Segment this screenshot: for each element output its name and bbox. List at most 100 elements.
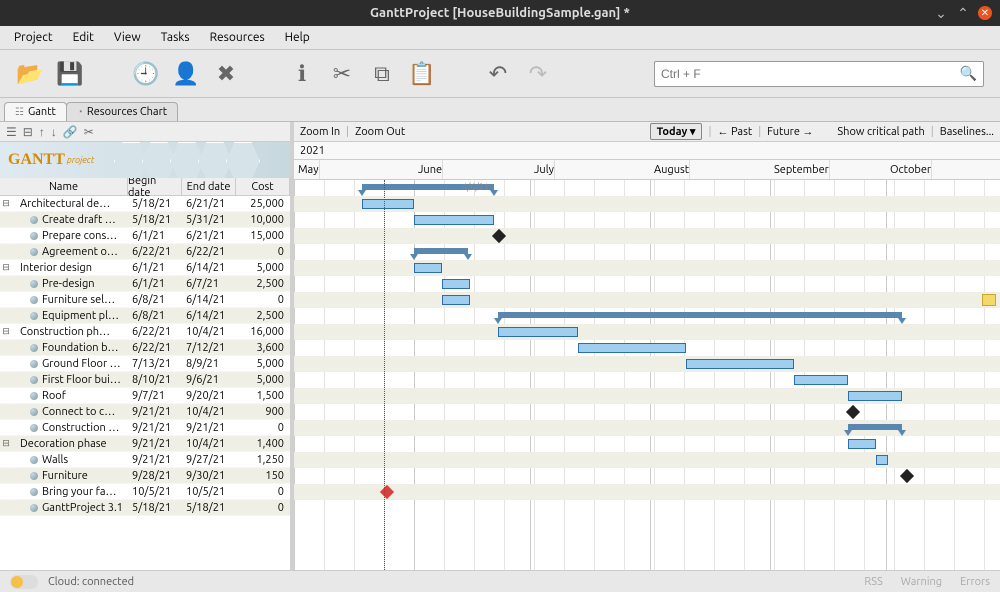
menu-project[interactable]: Project	[4, 28, 63, 47]
gantt-bar[interactable]	[414, 215, 494, 225]
task-row[interactable]: Construction …9/21/219/21/210	[0, 420, 290, 436]
copy-icon[interactable]: ⧉	[368, 60, 396, 88]
task-name: First Floor bui…	[42, 374, 121, 386]
link-icon[interactable]: 🔗	[63, 125, 78, 139]
info-icon[interactable]: ℹ	[288, 60, 316, 88]
gantt-bar[interactable]	[848, 391, 902, 401]
menu-tasks[interactable]: Tasks	[151, 28, 200, 47]
note-icon[interactable]	[982, 294, 996, 306]
paste-icon[interactable]: 📋	[408, 60, 436, 88]
task-row[interactable]: ⊟Decoration phase9/21/2110/4/211,400	[0, 436, 290, 452]
menu-resources[interactable]: Resources	[200, 28, 275, 47]
gantt-bar[interactable]	[414, 263, 442, 273]
minimize-icon[interactable]: ⌄	[934, 6, 948, 20]
zoom-out-button[interactable]: Zoom Out	[355, 126, 405, 138]
gantt-bar[interactable]	[442, 295, 470, 305]
expand-icon[interactable]: ⊟	[0, 326, 12, 337]
gantt-bar[interactable]	[846, 405, 860, 419]
today-button[interactable]: Today ▾	[650, 123, 703, 140]
tab-gantt[interactable]: ☷Gantt	[4, 102, 67, 121]
menu-help[interactable]: Help	[275, 28, 320, 47]
status-rss[interactable]: RSS	[864, 576, 882, 588]
baselines-button[interactable]: Baselines...	[940, 126, 994, 138]
expand-icon[interactable]: ⊟	[0, 198, 12, 209]
save-icon[interactable]: 💾	[56, 60, 84, 88]
gantt-bar[interactable]	[442, 279, 470, 289]
task-end: 6/7/21	[182, 278, 236, 290]
task-row[interactable]: Ground Floor …7/13/218/9/215,000	[0, 356, 290, 372]
expand-icon[interactable]: ⊟	[0, 262, 12, 273]
expand-icon[interactable]: ⊟	[0, 438, 12, 449]
col-cost[interactable]: Cost	[236, 178, 290, 195]
status-warning[interactable]: Warning	[901, 576, 942, 588]
col-begin[interactable]: Begin date	[128, 178, 182, 195]
history-icon[interactable]: 🕘	[132, 60, 160, 88]
move-up-icon[interactable]: ↑	[39, 125, 45, 139]
open-icon[interactable]: 📂	[16, 60, 44, 88]
gantt-bar[interactable]	[578, 343, 686, 353]
gantt-bar[interactable]	[492, 229, 506, 243]
gantt-bar[interactable]	[498, 312, 902, 318]
maximize-icon[interactable]: ⌃	[956, 6, 970, 20]
task-row[interactable]: Agreement o…6/22/216/22/210	[0, 244, 290, 260]
task-row[interactable]: Bring your fa…10/5/2110/5/210	[0, 484, 290, 500]
task-row[interactable]: ⊟Interior design6/1/216/14/215,000	[0, 260, 290, 276]
task-row[interactable]: Connect to c…9/21/2110/4/21900	[0, 404, 290, 420]
gantt-bar[interactable]	[900, 469, 914, 483]
task-end: 10/5/21	[182, 486, 236, 498]
cloud-toggle[interactable]	[10, 575, 38, 589]
past-button[interactable]: ← Past	[717, 126, 752, 138]
redo-icon[interactable]: ↷	[524, 60, 552, 88]
task-cost: 5,000	[236, 374, 290, 386]
close-icon[interactable]: ✕	[978, 6, 992, 20]
col-name[interactable]: Name	[0, 178, 128, 195]
task-row[interactable]: Walls9/21/219/27/211,250	[0, 452, 290, 468]
search-icon[interactable]: 🔍	[960, 65, 977, 82]
task-bullet-icon	[30, 344, 38, 352]
tab-resources-chart[interactable]: ◔Resources Chart	[66, 102, 178, 121]
zoom-in-button[interactable]: Zoom In	[300, 126, 340, 138]
search-input[interactable]	[661, 67, 960, 81]
gantt-bar[interactable]	[848, 439, 876, 449]
task-row[interactable]: Foundation b…6/22/217/12/213,600	[0, 340, 290, 356]
task-row[interactable]: Roof9/7/219/20/211,500	[0, 388, 290, 404]
menu-edit[interactable]: Edit	[63, 28, 104, 47]
delete-icon[interactable]: ✖	[212, 60, 240, 88]
gantt-bar[interactable]	[848, 424, 902, 430]
move-down-icon[interactable]: ↓	[51, 125, 57, 139]
task-row[interactable]: Prepare cons…6/1/216/21/2115,000	[0, 228, 290, 244]
gantt-bar[interactable]	[380, 485, 394, 499]
gantt-logo: GANTTproject	[0, 142, 290, 178]
gantt-bar[interactable]	[794, 375, 848, 385]
critical-path-button[interactable]: Show critical path	[837, 126, 924, 138]
cut-icon[interactable]: ✂	[328, 60, 356, 88]
unlink-icon[interactable]: ✂	[84, 125, 94, 139]
task-row[interactable]: Equipment pl…6/8/216/14/212,500	[0, 308, 290, 324]
undo-icon[interactable]: ↶	[484, 60, 512, 88]
task-row[interactable]: First Floor bui…8/10/219/6/215,000	[0, 372, 290, 388]
task-row[interactable]: Pre-design6/1/216/7/212,500	[0, 276, 290, 292]
task-row[interactable]: Furniture sel…6/8/216/14/210	[0, 292, 290, 308]
menu-view[interactable]: View	[104, 28, 151, 47]
task-row[interactable]: GanttProject 3.15/18/215/18/210	[0, 500, 290, 516]
gantt-chart-area[interactable]: 4/6/21	[294, 180, 1000, 570]
task-row[interactable]: Create draft …5/18/215/31/2110,000	[0, 212, 290, 228]
gantt-bar[interactable]	[362, 199, 414, 209]
task-end: 9/21/21	[182, 422, 236, 434]
gantt-bar[interactable]	[686, 359, 794, 369]
search-box[interactable]: 🔍	[654, 61, 984, 87]
task-row[interactable]: ⊟Construction ph…6/22/2110/4/2116,000	[0, 324, 290, 340]
gantt-bar[interactable]	[876, 455, 888, 465]
status-errors[interactable]: Errors	[960, 576, 990, 588]
person-icon[interactable]: 👤	[172, 60, 200, 88]
future-button[interactable]: Future →	[767, 126, 813, 138]
collapse-icon[interactable]: ⊟	[23, 125, 33, 139]
task-row[interactable]: Furniture9/28/219/30/21150	[0, 468, 290, 484]
col-end[interactable]: End date	[182, 178, 236, 195]
list-icon[interactable]: ☰	[6, 125, 17, 139]
gantt-bar[interactable]	[414, 248, 468, 254]
main-area: ☰ ⊟ ↑ ↓ 🔗 ✂ GANTTproject Name Begin date…	[0, 122, 1000, 570]
task-begin: 6/22/21	[128, 326, 182, 338]
task-row[interactable]: ⊟Architectural de…5/18/216/21/2125,000	[0, 196, 290, 212]
gantt-bar[interactable]	[498, 327, 578, 337]
